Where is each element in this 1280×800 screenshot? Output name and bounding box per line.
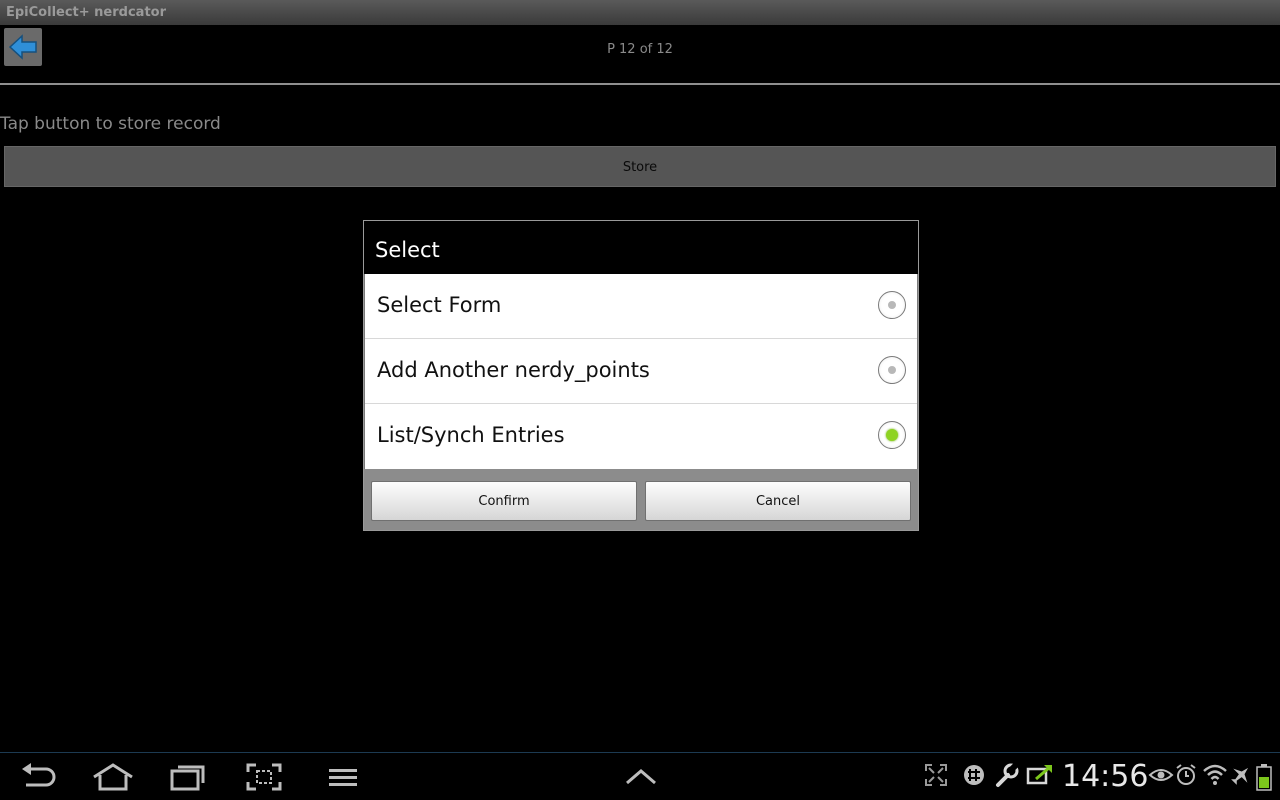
confirm-button[interactable]: Confirm [371, 481, 637, 521]
battery-icon [1256, 764, 1272, 791]
system-navigation-bar: 14:56 [0, 752, 1280, 800]
wrench-icon [996, 763, 1019, 787]
page-header: P 12 of 12 [0, 25, 1280, 85]
dialog-actions: Confirm Cancel [364, 469, 918, 530]
option-select-form[interactable]: Select Form [365, 274, 917, 339]
app-title: EpiCollect+ nerdcator [6, 5, 167, 20]
cancel-button[interactable]: Cancel [645, 481, 911, 521]
menu-icon[interactable] [328, 763, 358, 791]
radio-button[interactable] [878, 356, 906, 384]
option-label: List/Synch Entries [377, 423, 565, 447]
radio-button[interactable] [878, 291, 906, 319]
settings-app-icon [964, 765, 984, 785]
option-label: Add Another nerdy_points [377, 358, 650, 382]
eye-icon [1148, 769, 1174, 781]
back-icon[interactable] [20, 763, 58, 791]
option-add-another[interactable]: Add Another nerdy_points [365, 339, 917, 404]
chevron-up-icon[interactable] [624, 763, 658, 791]
recent-apps-icon[interactable] [170, 763, 206, 791]
dialog-title: Select [364, 221, 918, 274]
airplane-icon [1231, 767, 1249, 785]
radio-button-selected[interactable] [878, 421, 906, 449]
option-list: Select Form Add Another nerdy_points Lis… [365, 274, 917, 469]
screenshot-icon[interactable] [246, 763, 282, 791]
select-dialog: Select Select Form Add Another nerdy_poi… [363, 220, 919, 531]
home-icon[interactable] [92, 763, 134, 791]
fullscreen-icon[interactable] [924, 763, 948, 787]
wifi-icon [1203, 764, 1227, 785]
clock: 14:56 [1062, 759, 1149, 794]
app-title-bar: EpiCollect+ nerdcator [0, 0, 1280, 25]
page-indicator: P 12 of 12 [607, 42, 673, 57]
store-hint: Tap button to store record [0, 114, 221, 134]
sync-icon [1026, 765, 1052, 785]
alarm-icon [1176, 764, 1196, 785]
option-label: Select Form [377, 293, 502, 317]
store-button[interactable]: Store [4, 146, 1276, 187]
header-divider [0, 83, 1280, 85]
option-list-synch[interactable]: List/Synch Entries [365, 404, 917, 469]
